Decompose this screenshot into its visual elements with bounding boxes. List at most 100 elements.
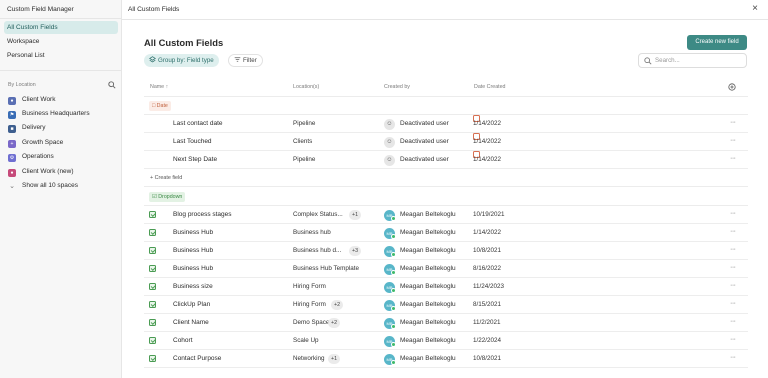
sidebar-item-workspace[interactable]: Workspace <box>4 35 118 48</box>
date-created: 11/24/2023 <box>473 283 505 290</box>
more-options-icon[interactable]: ··· <box>730 332 736 348</box>
group-badge-dropdown[interactable]: ☑ Dropdown <box>149 192 186 202</box>
column-header-location[interactable]: Location(s) <box>293 78 319 96</box>
field-location: Scale Up <box>293 337 319 344</box>
sidebar-divider <box>0 70 122 71</box>
dropdown-field-icon <box>149 337 156 344</box>
field-name: Business Hub <box>173 229 214 236</box>
more-options-icon[interactable]: ··· <box>730 314 736 330</box>
person-icon: ● <box>8 169 16 177</box>
date-created: 1/14/2022 <box>473 120 502 127</box>
chevron-down-icon: ⌄ <box>9 183 15 190</box>
location-item[interactable]: ■ Delivery <box>8 122 45 134</box>
field-location: Pipeline <box>293 156 316 163</box>
main-content: All Custom Fields Create new field Group… <box>122 20 768 378</box>
sidebar-divider <box>0 18 122 19</box>
sidebar-item-all-custom-fields[interactable]: All Custom Fields <box>4 21 118 34</box>
deactivated-user-icon: ☺ <box>384 119 395 130</box>
column-header-name[interactable]: Name ↑ <box>150 78 168 96</box>
field-name: ClickUp Plan <box>173 301 211 308</box>
table-row[interactable]: Next Step Date Pipeline ☺ Deactivated user 1… <box>144 151 748 169</box>
location-item[interactable]: ● Client Work <box>8 94 55 106</box>
search-input[interactable]: Search... <box>638 53 747 68</box>
table-row[interactable]: Business Hub Business Hub Template MB Meaga… <box>144 260 748 278</box>
column-header-date-created[interactable]: Date Created <box>474 78 506 96</box>
field-location: Hiring Form <box>293 283 326 290</box>
more-locations-badge[interactable]: +3 <box>349 246 362 256</box>
group-label: Date <box>156 103 168 109</box>
table-row[interactable]: Business size Hiring Form MB Meagan Belteko… <box>144 278 748 296</box>
more-locations-badge[interactable]: +2 <box>331 300 344 310</box>
location-item[interactable]: ⚑ Business Headquarters <box>8 108 90 120</box>
field-location: Clients <box>293 138 313 145</box>
column-header-created-by[interactable]: Created by <box>384 78 410 96</box>
more-options-icon[interactable]: ··· <box>730 151 736 167</box>
field-name: Last contact date <box>173 120 223 127</box>
field-location: Complex Status... <box>293 211 343 218</box>
group-by-button[interactable]: Group by: Field type <box>144 54 219 67</box>
more-options-icon[interactable]: ··· <box>730 115 736 131</box>
created-by: Meagan Beltekoglu <box>400 211 456 218</box>
group-badge-date[interactable]: □ Date <box>149 101 171 111</box>
more-locations-badge[interactable]: +1 <box>349 210 362 220</box>
date-created: 1/22/2024 <box>473 337 502 344</box>
gear-icon: ⚙ <box>8 154 16 162</box>
search-icon[interactable] <box>108 81 116 89</box>
table-row[interactable]: Business Hub Business hub d... +3 MB Meagan … <box>144 242 748 260</box>
table-row[interactable]: ClickUp Plan Hiring Form +2 MB Meagan Beltek… <box>144 296 748 314</box>
more-options-icon[interactable]: ··· <box>730 260 736 276</box>
filter-button[interactable]: Filter <box>228 54 263 67</box>
sidebar-item-personal-list[interactable]: Personal List <box>4 49 118 62</box>
location-label: Show all 10 spaces <box>22 182 79 189</box>
dropdown-field-icon <box>149 283 156 290</box>
more-options-icon[interactable]: ··· <box>730 350 736 366</box>
close-icon[interactable]: × <box>750 4 760 14</box>
more-options-icon[interactable]: ··· <box>730 224 736 240</box>
created-by: Meagan Beltekoglu <box>400 283 456 290</box>
location-item[interactable]: ⌄ Show all 10 spaces <box>8 180 78 192</box>
field-name: Business size <box>173 283 213 290</box>
create-new-field-button[interactable]: Create new field <box>687 35 747 50</box>
field-location: Demo Space <box>293 319 330 326</box>
location-item[interactable]: ⚙ Operations <box>8 151 54 163</box>
more-locations-badge[interactable]: +2 <box>328 318 341 328</box>
more-options-icon[interactable]: ··· <box>730 296 736 312</box>
table-row[interactable]: Business Hub Business hub MB Meagan Belteko… <box>144 224 748 242</box>
field-location: Pipeline <box>293 120 316 127</box>
date-created: 10/19/2021 <box>473 211 505 218</box>
date-created: 11/2/2021 <box>473 319 501 326</box>
location-label: Business Headquarters <box>22 110 90 117</box>
location-item[interactable]: ● Client Work (new) <box>8 166 74 178</box>
created-by: Meagan Beltekoglu <box>400 229 456 236</box>
location-label: Delivery <box>22 124 46 131</box>
more-options-icon[interactable]: ··· <box>730 242 736 258</box>
created-by: Deactivated user <box>400 120 449 127</box>
table-row[interactable]: Last Touched Clients ☺ Deactivated user 1/14… <box>144 133 748 151</box>
created-by: Meagan Beltekoglu <box>400 319 456 326</box>
more-options-icon[interactable]: ··· <box>730 206 736 222</box>
table-row[interactable]: Client Name Demo Space +2 MB Meagan Beltekog… <box>144 314 748 332</box>
dropdown-field-icon <box>149 211 156 218</box>
create-field-button[interactable]: + Create field <box>150 172 182 184</box>
dropdown-field-icon <box>149 229 156 236</box>
group-by-label: Group by: Field type <box>158 57 214 64</box>
table-row[interactable]: Last contact date Pipeline ☺ Deactivated us… <box>144 115 748 133</box>
field-location: Business Hub Template <box>293 265 360 272</box>
avatar: MB <box>384 336 396 347</box>
field-name: Next Step Date <box>173 156 218 163</box>
more-options-icon[interactable]: ··· <box>730 278 736 294</box>
sidebar: Custom Field Manager All Custom Fields W… <box>0 0 122 378</box>
header-bar: All Custom Fields × <box>122 0 768 20</box>
add-column-icon[interactable] <box>728 83 736 91</box>
created-by: Meagan Beltekoglu <box>400 337 456 344</box>
table-row[interactable]: Cohort Scale Up MB Meagan Beltekoglu 1/22/20… <box>144 332 748 350</box>
table-row[interactable]: Blog process stages Complex Status... +1 MB… <box>144 206 748 224</box>
avatar: MB <box>384 300 396 311</box>
more-options-icon[interactable]: ··· <box>730 133 736 149</box>
location-item[interactable]: + Growth Space <box>8 137 63 149</box>
more-locations-badge[interactable]: +1 <box>328 354 341 364</box>
group-label: Dropdown <box>158 194 183 200</box>
table-row[interactable]: Contact Purpose Networking +1 MB Meagan Belt… <box>144 350 748 368</box>
field-location: Business hub d... <box>293 247 342 254</box>
layers-icon <box>149 56 156 63</box>
